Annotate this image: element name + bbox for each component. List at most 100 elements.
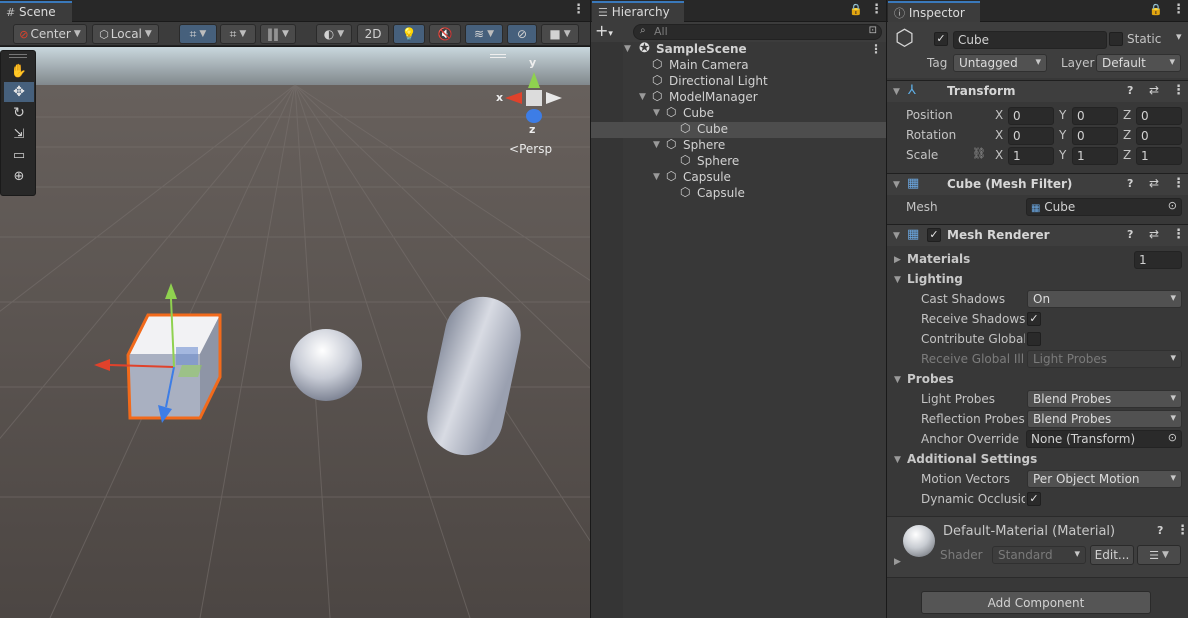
contribute-gi-checkbox[interactable]	[1027, 332, 1041, 346]
draw-mode-dropdown[interactable]: ◐ ▼	[316, 24, 352, 44]
mesh-renderer-header[interactable]: ▼ ▦ ✓ Mesh Renderer ? ⇄ ⋮	[887, 224, 1188, 246]
scene-visibility-toggle[interactable]: ⊘	[507, 24, 537, 44]
grid-snap-button[interactable]: ⌗ ▼	[179, 24, 217, 44]
lighting-foldout-icon[interactable]: ▼	[894, 275, 901, 285]
rotation-y-field[interactable]: 0	[1072, 127, 1118, 145]
position-z-field[interactable]: 0	[1136, 107, 1182, 125]
increment-snap-button[interactable]: ⌗ ▼	[220, 24, 256, 44]
effects-dropdown[interactable]: ≋ ▼	[465, 24, 503, 44]
tools-palette-grip[interactable]	[9, 54, 27, 58]
move-tool-button[interactable]: ✥	[4, 82, 34, 102]
presets-icon[interactable]: ⇄	[1149, 83, 1159, 97]
shader-edit-button[interactable]: Edit...	[1090, 545, 1134, 565]
light-probes-dropdown[interactable]: Blend Probes	[1027, 390, 1182, 408]
hierarchy-search-input[interactable]: ⌕ All ⊡	[633, 24, 882, 40]
position-x-field[interactable]: 0	[1008, 107, 1054, 125]
component-menu-icon[interactable]: ⋮	[1172, 227, 1185, 242]
scene-row-menu-icon[interactable]: ⋮	[870, 42, 882, 56]
projection-toggle[interactable]: <Persp	[509, 142, 552, 156]
expand-arrow-icon[interactable]: ▼	[653, 172, 660, 182]
motion-vectors-dropdown[interactable]: Per Object Motion	[1027, 470, 1182, 488]
mode-2d-button[interactable]: 2D	[357, 24, 389, 44]
presets-icon[interactable]: ⇄	[1149, 227, 1159, 241]
hierarchy-item-cube-parent[interactable]: ▼ ⬡ Cube	[591, 105, 886, 122]
expand-arrow-icon[interactable]: ▼	[624, 44, 631, 54]
hierarchy-item-main-camera[interactable]: ⬡ Main Camera	[591, 57, 886, 74]
pivot-dropdown[interactable]: ⊘ Center ▼	[13, 24, 87, 44]
constrain-proportions-icon[interactable]: ⛓	[972, 147, 986, 160]
additional-settings-foldout-icon[interactable]: ▼	[894, 455, 901, 465]
dynamic-occlusion-checkbox[interactable]: ✓	[1027, 492, 1041, 506]
help-icon[interactable]: ?	[1127, 177, 1133, 190]
help-icon[interactable]: ?	[1127, 84, 1133, 97]
search-filter-icon[interactable]: ⊡	[869, 25, 877, 36]
inspector-menu-icon[interactable]: ⋮	[1172, 3, 1185, 16]
hierarchy-item-sphere-parent[interactable]: ▼ ⬡ Sphere	[591, 137, 886, 154]
static-checkbox[interactable]	[1109, 32, 1123, 46]
scale-x-field[interactable]: 1	[1008, 147, 1054, 165]
help-icon[interactable]: ?	[1157, 524, 1163, 537]
lock-icon[interactable]: 🔒	[849, 3, 863, 16]
static-dropdown-icon[interactable]: ▾	[1176, 30, 1182, 43]
collapse-arrow-icon[interactable]: ▼	[893, 180, 900, 190]
create-button[interactable]: +▾	[595, 22, 613, 43]
hierarchy-item-directional-light[interactable]: ⬡ Directional Light	[591, 73, 886, 90]
hierarchy-item-sphere-child[interactable]: ⬡ Sphere	[591, 153, 886, 170]
rotate-tool-button[interactable]: ↻	[4, 103, 34, 123]
tab-inspector[interactable]: ⓘ Inspector	[888, 1, 980, 22]
add-component-button[interactable]: Add Component	[921, 591, 1151, 614]
mesh-renderer-enabled-checkbox[interactable]: ✓	[927, 228, 941, 242]
lock-icon[interactable]: 🔒	[1149, 3, 1163, 16]
component-menu-icon[interactable]: ⋮	[1172, 83, 1185, 98]
rotation-z-field[interactable]: 0	[1136, 127, 1182, 145]
object-cube-icon[interactable]: ⬡	[895, 28, 914, 50]
space-dropdown[interactable]: ⬡ Local ▼	[92, 24, 159, 44]
orientation-gizmo[interactable]: y x z	[490, 54, 568, 144]
scene-menu-icon[interactable]: ⋮	[572, 3, 585, 16]
material-foldout-icon[interactable]: ▶	[894, 557, 901, 567]
hierarchy-item-capsule-child[interactable]: ⬡ Capsule	[591, 185, 886, 202]
collapse-arrow-icon[interactable]: ▼	[893, 87, 900, 97]
reflection-probes-dropdown[interactable]: Blend Probes	[1027, 410, 1182, 428]
hierarchy-item-cube-selected[interactable]: ⬡ Cube	[591, 121, 886, 138]
scale-y-field[interactable]: 1	[1072, 147, 1118, 165]
tag-dropdown[interactable]: Untagged	[953, 54, 1047, 72]
materials-count-field[interactable]: 1	[1134, 251, 1182, 269]
presets-icon[interactable]: ⇄	[1149, 176, 1159, 190]
rect-tool-button[interactable]: ▭	[4, 145, 34, 165]
probes-foldout-icon[interactable]: ▼	[894, 375, 901, 385]
object-name-field[interactable]: Cube	[953, 31, 1107, 49]
position-y-field[interactable]: 0	[1072, 107, 1118, 125]
transform-header[interactable]: ▼ ⅄ Transform ? ⇄ ⋮	[887, 80, 1188, 102]
collapse-arrow-icon[interactable]: ▼	[893, 231, 900, 241]
receive-shadows-checkbox[interactable]: ✓	[1027, 312, 1041, 326]
rotation-x-field[interactable]: 0	[1008, 127, 1054, 145]
scale-tool-button[interactable]: ⇲	[4, 124, 34, 144]
help-icon[interactable]: ?	[1127, 228, 1133, 241]
layer-dropdown[interactable]: Default	[1096, 54, 1181, 72]
hierarchy-item-modelmanager[interactable]: ▼ ⬡ ModelManager	[591, 89, 886, 106]
materials-foldout-icon[interactable]: ▶	[894, 255, 901, 265]
object-picker-icon[interactable]: ⊙	[1168, 431, 1177, 444]
hierarchy-menu-icon[interactable]: ⋮	[870, 3, 883, 16]
camera-settings-dropdown[interactable]: ■ ▼	[541, 24, 579, 44]
mesh-filter-header[interactable]: ▼ ▦ Cube (Mesh Filter) ? ⇄ ⋮	[887, 173, 1188, 195]
audio-toggle[interactable]: 🔇	[429, 24, 461, 44]
active-checkbox[interactable]: ✓	[934, 32, 948, 46]
tab-hierarchy[interactable]: ☰ Hierarchy	[592, 1, 684, 22]
expand-arrow-icon[interactable]: ▼	[653, 140, 660, 150]
expand-arrow-icon[interactable]: ▼	[653, 108, 660, 118]
scene-viewport[interactable]: ✋ ✥ ↻ ⇲ ▭ ⊕ y x z <Persp	[0, 47, 590, 618]
expand-arrow-icon[interactable]: ▼	[639, 92, 646, 102]
tab-scene[interactable]: # Scene	[0, 1, 72, 22]
mesh-object-field[interactable]: ▦ Cube ⊙	[1026, 198, 1182, 216]
material-menu-icon[interactable]: ⋮	[1176, 523, 1188, 538]
transform-tool-button[interactable]: ⊕	[4, 166, 34, 186]
object-picker-icon[interactable]: ⊙	[1168, 199, 1177, 212]
shader-options-dropdown[interactable]: ☰ ▼	[1137, 545, 1181, 565]
lighting-toggle[interactable]: 💡	[393, 24, 425, 44]
anchor-override-field[interactable]: None (Transform) ⊙	[1026, 430, 1182, 448]
component-menu-icon[interactable]: ⋮	[1172, 176, 1185, 191]
ruler-button[interactable]: ‖‖ ▼	[260, 24, 296, 44]
cast-shadows-dropdown[interactable]: On	[1027, 290, 1182, 308]
